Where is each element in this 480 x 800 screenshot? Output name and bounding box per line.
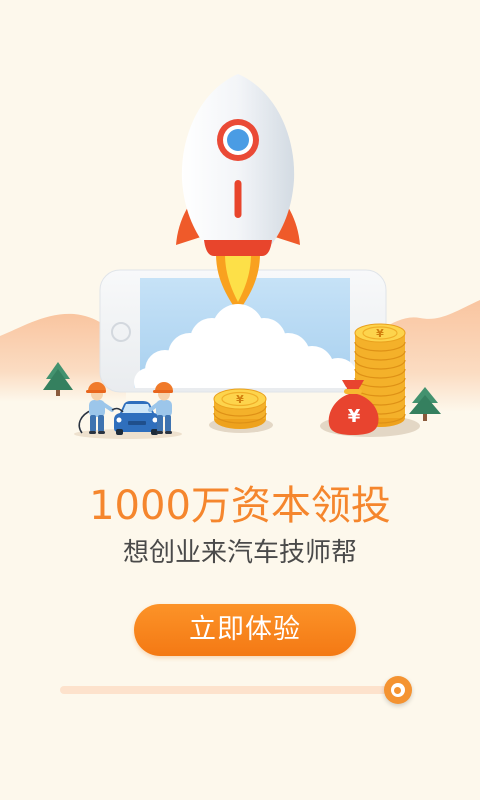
rocket-slit [234,180,242,218]
coin-yen-symbol: ¥ [376,327,384,340]
rocket-nozzle [204,240,272,256]
progress-slider[interactable] [60,676,412,704]
slider-knob-ring [390,683,405,697]
subheadline: 想创业来汽车技师帮 [122,538,357,568]
onboarding-screen: ¥ ¥ ¥ 1000万资本领投 想创业来汽车技师帮 立即体验 [0,0,480,800]
rocket-illustration [176,74,300,256]
headline: 1000万资本领投 [89,483,391,529]
hero-illustration: ¥ ¥ ¥ [0,74,480,439]
rocket-window [217,119,259,161]
coin-stack-small: ¥ [213,388,267,429]
start-experience-button-label: 立即体验 [189,614,301,645]
slider-track [60,686,412,694]
slider-knob[interactable] [383,676,412,704]
money-bag-yen-symbol: ¥ [348,406,361,427]
start-experience-button[interactable]: 立即体验 [134,604,356,656]
coin-yen-symbol: ¥ [236,393,244,406]
slider-knob-dot [394,686,402,694]
